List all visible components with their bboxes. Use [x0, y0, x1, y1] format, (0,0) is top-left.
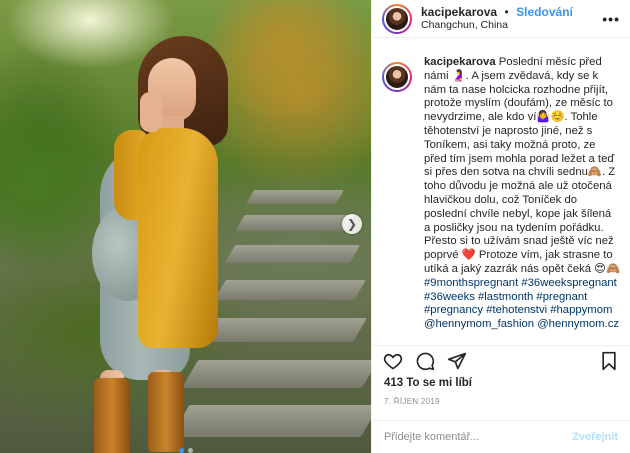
- woman-hand: [140, 92, 162, 132]
- post-photo[interactable]: ❯: [0, 0, 371, 453]
- post-sidebar: kacipekarova • Sledování Changchun, Chin…: [371, 0, 630, 453]
- avatar[interactable]: [382, 62, 412, 92]
- post-date: 7. ŘÍJEN 2019: [384, 397, 440, 406]
- action-bar: [372, 345, 630, 371]
- comment-bar: Zveřejnit: [372, 420, 630, 453]
- comment-icon[interactable]: [414, 350, 436, 372]
- path-stone: [170, 405, 371, 437]
- path-stone: [224, 245, 361, 263]
- carousel-dot-active: [178, 448, 184, 453]
- caption-username[interactable]: kacipekarova: [424, 56, 496, 68]
- path-stone: [181, 360, 371, 388]
- bookmark-icon[interactable]: [598, 350, 620, 372]
- separator-dot: •: [504, 5, 509, 19]
- caption-text: Poslední měsíc před námi 🤰. A jsem zvěda…: [424, 56, 621, 275]
- header-text: kacipekarova • Sledování Changchun, Chin…: [421, 5, 602, 32]
- woman-cardigan: [138, 128, 218, 348]
- path-stone: [193, 318, 367, 342]
- username-link[interactable]: kacipekarova: [421, 5, 497, 19]
- post-header: kacipekarova • Sledování Changchun, Chin…: [372, 0, 630, 38]
- path-stone: [245, 190, 345, 204]
- carousel-dot: [187, 448, 193, 453]
- caption: kacipekarova Poslední měsíc před námi 🤰.…: [424, 56, 620, 338]
- heart-icon[interactable]: [382, 350, 404, 372]
- more-options-icon[interactable]: •••: [602, 11, 620, 27]
- path-stone: [214, 280, 366, 300]
- follow-button[interactable]: Sledování: [516, 5, 573, 19]
- post-comment-button[interactable]: Zveřejnit: [572, 431, 618, 443]
- caption-area: kacipekarova Poslední měsíc před námi 🤰.…: [372, 56, 630, 338]
- carousel-dots: [0, 440, 371, 453]
- avatar[interactable]: [382, 3, 412, 34]
- chevron-right-icon[interactable]: ❯: [342, 214, 362, 234]
- location-link[interactable]: Changchun, China: [421, 19, 602, 32]
- comment-input[interactable]: [384, 431, 573, 443]
- share-icon[interactable]: [446, 350, 468, 372]
- path-stone: [235, 215, 355, 231]
- caption-hashtags[interactable]: #9monthspregnant #36weekspregnant #36wee…: [424, 277, 619, 330]
- likes-count[interactable]: 413 To se mi líbí: [384, 377, 472, 389]
